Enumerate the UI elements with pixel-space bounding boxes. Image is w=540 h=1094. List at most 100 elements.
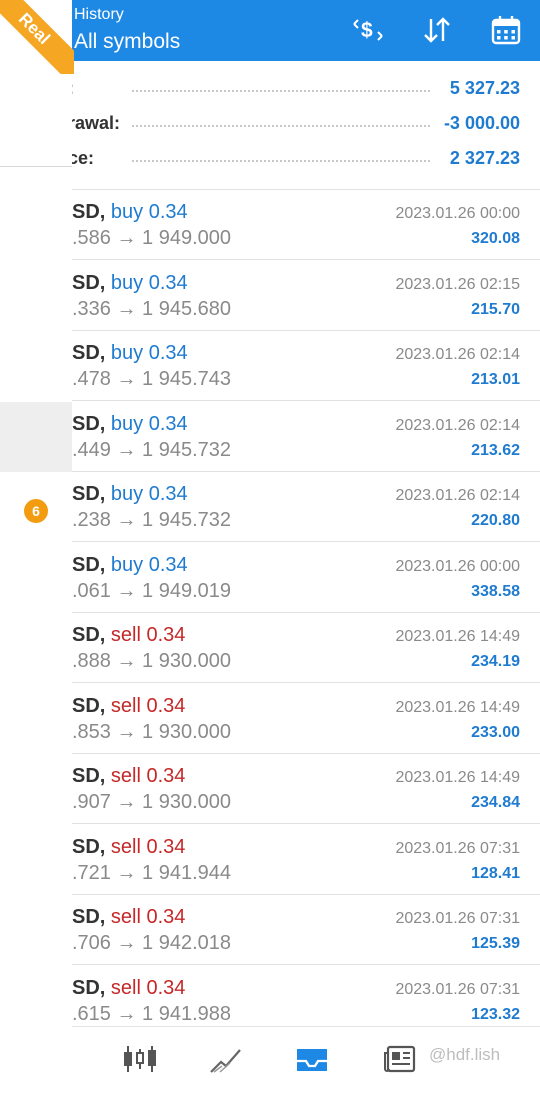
trade-profit: 233.00 — [471, 723, 520, 741]
trade-symbol: SD, sell 0.34 — [72, 765, 185, 788]
news-icon[interactable] — [380, 1039, 420, 1079]
svg-text:$: $ — [361, 19, 373, 42]
quotes-candlestick-icon[interactable] — [120, 1039, 160, 1079]
trade-side-volume: sell 0.34 — [110, 694, 186, 717]
trade-time: 2023.01.26 02:14 — [395, 346, 520, 363]
trade-side-volume: buy 0.34 — [110, 342, 188, 364]
trade-row[interactable]: SD, buy 0.34 .586 → 1 949.000 2023.01.26 0… — [72, 190, 540, 260]
trade-row[interactable]: SD, buy 0.34 .238 → 1 945.732 2023.01.26 0… — [72, 472, 540, 542]
trade-symbol: SD, sell 0.34 — [72, 906, 185, 929]
summary-deposit-row: : 5 327.23 — [72, 72, 540, 107]
trade-prices: .888 → 1 930.000 — [72, 650, 232, 672]
app-header: History All symbols $ — [72, 0, 540, 61]
left-panel-divider — [0, 166, 72, 167]
trade-symbol: SD, buy 0.34 — [72, 483, 188, 506]
trade-symbol: SD, sell 0.34 — [72, 624, 185, 647]
trade-row[interactable]: SD, sell 0.34.853 → 1 930.000 2023.01.26 … — [72, 684, 540, 754]
trade-time: 2023.01.26 14:49 — [395, 628, 520, 645]
trade-inbox-icon[interactable] — [292, 1039, 332, 1079]
trade-profit: 234.19 — [471, 653, 520, 670]
trade-row[interactable]: SD, buy 0.34.336 → 1 945.680 2023.01.26 0… — [72, 261, 540, 331]
trade-side-volume: sell 0.34 — [110, 906, 186, 928]
trade-time: 2023.01.26 14:49 — [395, 698, 520, 716]
trade-side-volume: sell 0.34 — [110, 765, 186, 787]
trade-profit: 338.58 — [471, 582, 520, 600]
trade-symbol: SD, sell 0.34 — [72, 695, 185, 718]
trade-time: 2023.01.26 02:14 — [395, 416, 520, 434]
trade-profit: 320.08 — [471, 230, 520, 247]
trade-side-volume: buy 0.34 — [110, 412, 188, 435]
trade-symbol-text: SD, — [72, 765, 106, 787]
trade-side-volume: buy 0.34 — [110, 553, 188, 576]
left-panel-highlight — [0, 402, 72, 472]
trade-row[interactable]: SD, sell 0.34 .907 → 1 930.000 2023.01.26 … — [72, 754, 540, 824]
trade-symbol-text: SD, — [72, 835, 106, 858]
trade-time: 2023.01.26 07:31 — [395, 839, 520, 857]
trade-symbol: SD, buy 0.34 — [72, 413, 188, 436]
trade-side-volume: buy 0.34 — [110, 201, 188, 223]
trade-time: 2023.01.26 07:31 — [395, 980, 520, 998]
trade-time: 2023.01.26 02:15 — [395, 275, 520, 293]
trade-profit: 123.32 — [471, 1005, 520, 1023]
sort-icon[interactable] — [419, 12, 455, 48]
trade-symbol-text: SD, — [72, 553, 106, 576]
trade-time: 2023.01.26 14:49 — [395, 769, 520, 786]
trade-prices: .478 → 1 945.743 — [72, 368, 232, 390]
trade-row[interactable]: SD, sell 0.34.615 → 1 941.988 2023.01.26 … — [72, 966, 540, 1036]
trade-profit: 125.39 — [471, 935, 520, 952]
trade-row[interactable]: SD, sell 0.34.721 → 1 941.944 2023.01.26 … — [72, 825, 540, 895]
trade-symbol: SD, sell 0.34 — [72, 836, 185, 859]
real-account-ribbon: Real — [0, 0, 74, 74]
trade-symbol-text: SD, — [72, 412, 106, 435]
trade-prices: .238 → 1 945.732 — [72, 509, 232, 531]
trade-prices: .853 → 1 930.000 — [72, 720, 232, 743]
trade-prices: .586 → 1 949.000 — [72, 227, 232, 249]
trade-prices: .615 → 1 941.988 — [72, 1002, 232, 1025]
trade-symbol: SD, buy 0.34 — [72, 554, 188, 577]
bottom-navigation: @hdf.lish — [72, 1026, 540, 1094]
summary-balance-row: ce: 2 327.23 — [72, 142, 540, 177]
trade-symbol: SD, buy 0.34 — [72, 342, 188, 365]
trade-symbol-text: SD, — [72, 201, 106, 223]
trade-row[interactable]: SD, buy 0.34.449 → 1 945.732 2023.01.26 0… — [72, 402, 540, 472]
trade-row[interactable]: SD, sell 0.34 .706 → 1 942.018 2023.01.26 … — [72, 895, 540, 965]
summary-label: rawal: — [72, 113, 121, 133]
trade-symbol: SD, buy 0.34 — [72, 272, 188, 295]
summary-label: ce: — [72, 148, 95, 168]
history-summary: : 5 327.23 rawal: -3 000.00 ce: 2 327.23 — [72, 72, 540, 177]
trade-symbol-text: SD, — [72, 342, 106, 364]
summary-value: -3 000.00 — [443, 113, 520, 133]
header-subtitle: History — [74, 6, 124, 23]
chart-icon[interactable] — [206, 1039, 246, 1079]
real-badge-label: Real — [0, 0, 74, 74]
trade-row[interactable]: SD, sell 0.34 .888 → 1 930.000 2023.01.26 … — [72, 613, 540, 683]
trade-profit: 234.84 — [471, 794, 520, 811]
trade-profit: 215.70 — [471, 300, 520, 318]
notification-badge[interactable]: 6 — [24, 499, 48, 523]
trade-symbol-text: SD, — [72, 976, 106, 999]
symbol-filter[interactable]: All symbols — [74, 30, 180, 54]
trade-profit: 128.41 — [471, 864, 520, 882]
trade-profit: 213.62 — [471, 441, 520, 459]
calendar-icon[interactable] — [488, 12, 524, 48]
trade-side-volume: sell 0.34 — [110, 976, 186, 999]
trade-symbol: SD, buy 0.34 — [72, 201, 188, 224]
trade-time: 2023.01.26 07:31 — [395, 910, 520, 927]
trade-row[interactable]: SD, buy 0.34.061 → 1 949.019 2023.01.26 0… — [72, 543, 540, 613]
summary-withdrawal-row: rawal: -3 000.00 — [72, 107, 540, 142]
history-screen: History All symbols $ 5 327.23 rawal: -3… — [72, 0, 540, 1094]
trade-side-volume: sell 0.34 — [110, 624, 186, 646]
summary-value: 2 327.23 — [449, 148, 520, 168]
left-panel — [0, 0, 72, 1094]
trade-symbol-text: SD, — [72, 271, 106, 294]
trade-time: 2023.01.26 00:00 — [395, 205, 520, 222]
trade-symbol: SD, sell 0.34 — [72, 977, 185, 1000]
trade-symbol-text: SD, — [72, 483, 106, 505]
trade-symbol-text: SD, — [72, 906, 106, 928]
summary-value: 5 327.23 — [449, 78, 520, 98]
trade-side-volume: sell 0.34 — [110, 835, 186, 858]
currency-exchange-icon[interactable]: $ — [350, 12, 386, 48]
trade-side-volume: buy 0.34 — [110, 271, 188, 294]
trade-row[interactable]: SD, buy 0.34 .478 → 1 945.743 2023.01.26 0… — [72, 331, 540, 401]
trade-prices: .907 → 1 930.000 — [72, 791, 232, 813]
